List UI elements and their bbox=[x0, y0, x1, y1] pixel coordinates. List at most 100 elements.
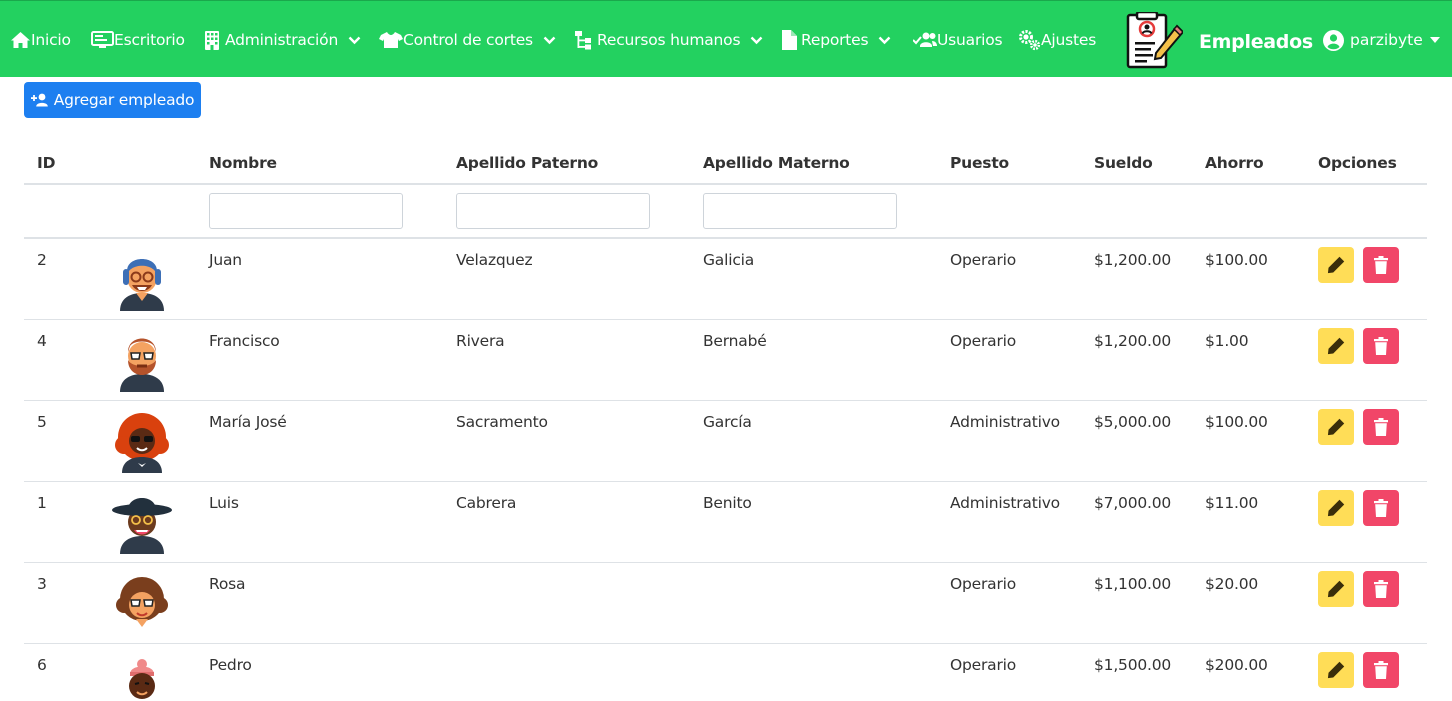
edit-button[interactable] bbox=[1318, 490, 1354, 526]
cell-paterno: Velazquez bbox=[456, 251, 533, 269]
cell-id: 2 bbox=[37, 251, 47, 269]
trash-icon bbox=[1374, 499, 1388, 517]
cell-puesto: Operario bbox=[950, 332, 1017, 350]
table-row: 4 Francisco Rivera Bernabé Operario $1,2… bbox=[24, 320, 1427, 401]
top-navbar: Inicio Escritorio Administración Control… bbox=[0, 0, 1452, 77]
cell-ahorro: $200.00 bbox=[1205, 656, 1268, 674]
trash-icon bbox=[1374, 418, 1388, 436]
users-check-icon bbox=[913, 32, 937, 47]
cell-nombre: Juan bbox=[209, 251, 242, 269]
header-apellido-materno: Apellido Materno bbox=[703, 154, 850, 172]
nav-usuarios-label: Usuarios bbox=[937, 31, 1003, 49]
nav-usuarios[interactable]: Usuarios bbox=[913, 28, 1003, 52]
avatar bbox=[110, 247, 174, 311]
cell-ahorro: $100.00 bbox=[1205, 251, 1268, 269]
chevron-down-icon bbox=[543, 36, 556, 44]
avatar bbox=[110, 328, 174, 392]
header-id: ID bbox=[37, 154, 56, 172]
page-title: Empleados bbox=[1199, 31, 1313, 53]
shirt-icon bbox=[379, 32, 403, 48]
home-icon bbox=[11, 32, 30, 48]
add-employee-label: Agregar empleado bbox=[53, 91, 195, 109]
table-row: 3 Rosa Operario $1,100.00 $20.00 bbox=[24, 563, 1427, 644]
edit-button[interactable] bbox=[1318, 247, 1354, 283]
header-divider bbox=[24, 183, 1427, 185]
cell-id: 6 bbox=[37, 656, 47, 674]
cell-nombre: María José bbox=[209, 413, 287, 431]
chevron-down-icon bbox=[348, 36, 361, 44]
avatar bbox=[110, 652, 174, 701]
cell-materno: Benito bbox=[703, 494, 752, 512]
cell-puesto: Administrativo bbox=[950, 413, 1060, 431]
trash-icon bbox=[1374, 337, 1388, 355]
pencil-icon bbox=[1327, 256, 1345, 274]
header-sueldo: Sueldo bbox=[1094, 154, 1153, 172]
nav-reportes[interactable]: Reportes bbox=[781, 28, 891, 52]
table-row: 6 Pedro Operario $1,500.00 $200.00 bbox=[24, 644, 1427, 701]
table-row: 1 Luis Cabrera Benito Administrativo $7,… bbox=[24, 482, 1427, 563]
cell-sueldo: $1,100.00 bbox=[1094, 575, 1172, 593]
add-employee-button[interactable]: Agregar empleado bbox=[24, 82, 201, 118]
user-circle-icon bbox=[1323, 29, 1344, 51]
user-plus-icon bbox=[30, 93, 48, 107]
cell-puesto: Administrativo bbox=[950, 494, 1060, 512]
edit-button[interactable] bbox=[1318, 328, 1354, 364]
nav-administracion[interactable]: Administración bbox=[204, 28, 361, 52]
delete-button[interactable] bbox=[1363, 571, 1399, 607]
chevron-down-icon bbox=[750, 36, 763, 44]
nav-escritorio-label: Escritorio bbox=[114, 31, 185, 49]
cell-puesto: Operario bbox=[950, 656, 1017, 674]
cell-nombre: Francisco bbox=[209, 332, 280, 350]
delete-button[interactable] bbox=[1363, 652, 1399, 688]
file-icon bbox=[782, 30, 797, 50]
cell-sueldo: $1,200.00 bbox=[1094, 332, 1172, 350]
nav-recursos-humanos[interactable]: Recursos humanos bbox=[575, 28, 763, 52]
nav-control-cortes[interactable]: Control de cortes bbox=[379, 28, 556, 52]
table-row: 5 María José Sacramento García Administr… bbox=[24, 401, 1427, 482]
user-menu[interactable]: parzibyte bbox=[1323, 28, 1440, 52]
table-row: 2 Juan Velazquez Galicia Operario $1,200… bbox=[24, 239, 1427, 320]
cell-sueldo: $1,200.00 bbox=[1094, 251, 1172, 269]
cell-materno: Galicia bbox=[703, 251, 755, 269]
avatar bbox=[110, 571, 174, 635]
filter-nombre-input[interactable] bbox=[209, 193, 403, 229]
chevron-down-icon bbox=[879, 36, 891, 44]
pencil-icon bbox=[1327, 337, 1345, 355]
cell-ahorro: $100.00 bbox=[1205, 413, 1268, 431]
cell-paterno: Cabrera bbox=[456, 494, 517, 512]
edit-button[interactable] bbox=[1318, 409, 1354, 445]
edit-button[interactable] bbox=[1318, 652, 1354, 688]
employee-form-icon bbox=[1125, 10, 1185, 70]
nav-control-cortes-label: Control de cortes bbox=[403, 31, 533, 49]
header-puesto: Puesto bbox=[950, 154, 1009, 172]
nav-inicio[interactable]: Inicio bbox=[10, 28, 71, 52]
pencil-icon bbox=[1327, 580, 1345, 598]
nav-ajustes[interactable]: Ajustes bbox=[1019, 28, 1096, 52]
filter-paterno-input[interactable] bbox=[456, 193, 650, 229]
delete-button[interactable] bbox=[1363, 247, 1399, 283]
delete-button[interactable] bbox=[1363, 409, 1399, 445]
nav-administracion-label: Administración bbox=[225, 31, 339, 49]
trash-icon bbox=[1374, 661, 1388, 679]
user-name: parzibyte bbox=[1350, 31, 1423, 49]
caret-down-icon bbox=[1429, 37, 1440, 43]
cell-id: 3 bbox=[37, 575, 47, 593]
cell-paterno: Sacramento bbox=[456, 413, 548, 431]
header-apellido-paterno: Apellido Paterno bbox=[456, 154, 599, 172]
nav-escritorio[interactable]: Escritorio bbox=[91, 28, 185, 52]
header-ahorro: Ahorro bbox=[1205, 154, 1264, 172]
cell-sueldo: $5,000.00 bbox=[1094, 413, 1172, 431]
pencil-icon bbox=[1327, 661, 1345, 679]
pencil-icon bbox=[1327, 418, 1345, 436]
header-nombre: Nombre bbox=[209, 154, 277, 172]
cell-id: 1 bbox=[37, 494, 47, 512]
cell-id: 5 bbox=[37, 413, 47, 431]
delete-button[interactable] bbox=[1363, 328, 1399, 364]
cell-sueldo: $1,500.00 bbox=[1094, 656, 1172, 674]
delete-button[interactable] bbox=[1363, 490, 1399, 526]
filter-materno-input[interactable] bbox=[703, 193, 897, 229]
header-opciones: Opciones bbox=[1318, 154, 1397, 172]
cell-ahorro: $11.00 bbox=[1205, 494, 1259, 512]
nav-reportes-label: Reportes bbox=[801, 31, 869, 49]
edit-button[interactable] bbox=[1318, 571, 1354, 607]
